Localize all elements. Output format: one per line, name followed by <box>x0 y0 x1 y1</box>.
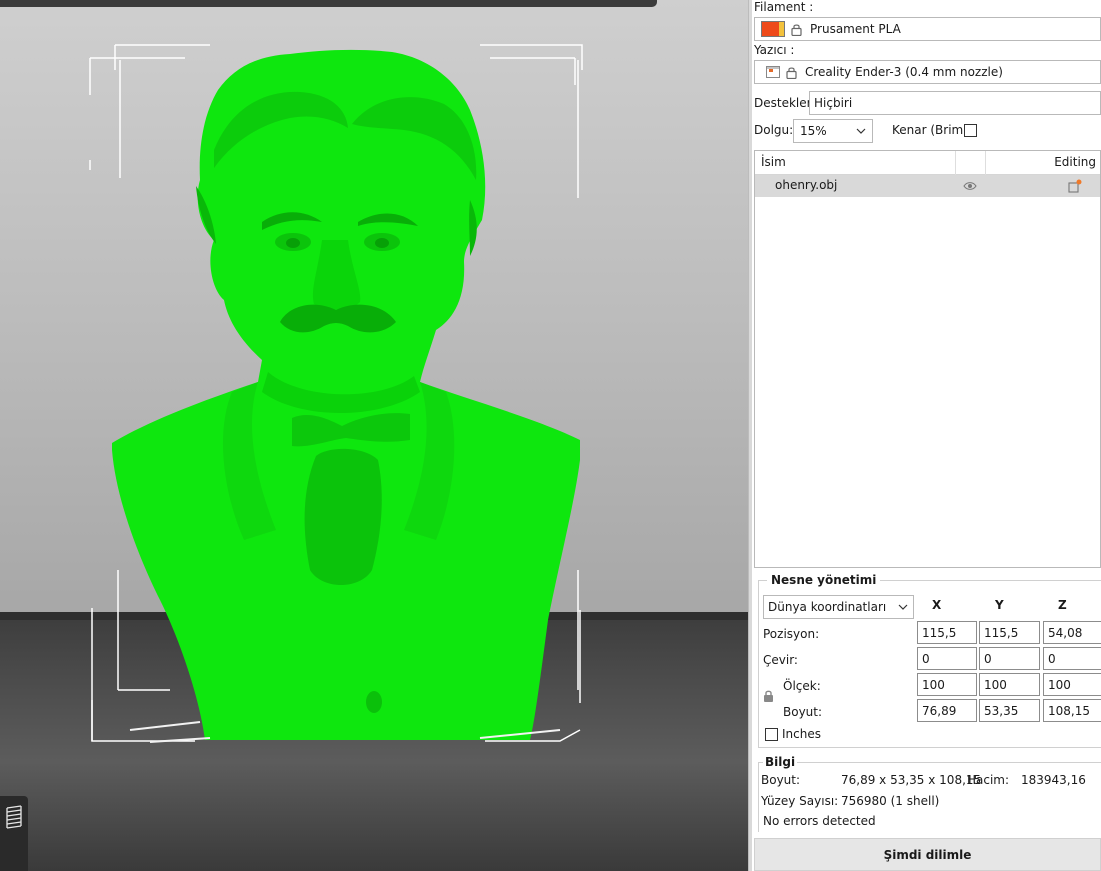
supports-value: Hiçbiri <box>814 96 853 110</box>
3d-viewport[interactable] <box>0 0 750 871</box>
scene-canvas <box>89 44 583 743</box>
printer-label: Yazıcı : <box>754 43 795 57</box>
filament-color-swatch <box>761 21 785 37</box>
filament-label: Filament : <box>754 0 814 14</box>
layer-view-button[interactable] <box>0 796 28 871</box>
rotation-label: Çevir: <box>763 653 798 667</box>
column-divider <box>955 151 956 175</box>
info-facets-value: 756980 (1 shell) <box>841 794 940 808</box>
lock-icon <box>786 66 797 79</box>
info-volume-label: Hacim: <box>967 773 1010 787</box>
list-item[interactable]: ohenry.obj <box>755 175 1100 197</box>
object-list-header: İsim Editing <box>755 151 1100 175</box>
position-label: Pozisyon: <box>763 627 820 641</box>
infill-combo[interactable]: 15% <box>793 119 873 143</box>
position-y-input[interactable]: 115,5 <box>979 621 1040 644</box>
column-name-header[interactable]: İsim <box>761 155 786 169</box>
axis-z-label: Z <box>1058 598 1067 612</box>
filament-combo[interactable]: Prusament PLA <box>754 17 1101 41</box>
object-name: ohenry.obj <box>775 178 838 192</box>
size-z-input[interactable]: 108,15 <box>1043 699 1101 722</box>
eye-icon[interactable] <box>963 181 977 191</box>
coordinate-system-combo[interactable]: Dünya koordinatları <box>763 595 914 619</box>
info-size-label: Boyut: <box>761 773 801 787</box>
filament-value: Prusament PLA <box>810 22 901 36</box>
lock-icon <box>791 23 802 36</box>
printer-value: Creality Ender-3 (0.4 mm nozzle) <box>805 65 1003 79</box>
chevron-down-icon <box>898 604 908 610</box>
scale-label: Ölçek: <box>783 679 821 693</box>
size-x-input[interactable]: 76,89 <box>917 699 977 722</box>
info-volume-value: 183943,16 <box>1021 773 1086 787</box>
info-facets-label: Yüzey Sayısı: <box>761 794 839 808</box>
position-z-input[interactable]: 54,08 <box>1043 621 1101 644</box>
printer-combo[interactable]: Creality Ender-3 (0.4 mm nozzle) <box>754 60 1101 84</box>
size-label: Boyut: <box>783 705 823 719</box>
size-y-input[interactable]: 53,35 <box>979 699 1040 722</box>
scale-x-input[interactable]: 100 <box>917 673 977 696</box>
info-size-value: 76,89 x 53,35 x 108,15 <box>841 773 982 787</box>
printer-icon <box>766 66 780 78</box>
position-x-input[interactable]: 115,5 <box>917 621 977 644</box>
inches-checkbox[interactable] <box>765 728 778 741</box>
rotation-y-input[interactable]: 0 <box>979 647 1040 670</box>
object-list[interactable]: İsim Editing ohenry.obj <box>754 150 1101 568</box>
supports-combo[interactable]: Hiçbiri <box>809 91 1101 115</box>
info-group: Bilgi Boyut: 76,89 x 53,35 x 108,15 Haci… <box>758 755 1101 832</box>
lock-icon[interactable] <box>763 689 774 703</box>
column-editing-header[interactable]: Editing <box>1054 155 1096 169</box>
object-manipulation-title: Nesne yönetimi <box>767 573 881 587</box>
axis-y-label: Y <box>995 598 1004 612</box>
column-divider <box>985 151 986 175</box>
edit-settings-icon[interactable] <box>1068 179 1082 193</box>
brim-checkbox[interactable] <box>964 124 977 137</box>
coordinate-system-value: Dünya koordinatları <box>768 600 887 614</box>
rotation-z-input[interactable]: 0 <box>1043 647 1101 670</box>
scale-y-input[interactable]: 100 <box>979 673 1040 696</box>
slice-now-button[interactable]: Şimdi dilimle <box>754 838 1101 871</box>
info-title: Bilgi <box>763 755 798 769</box>
bust-model <box>112 49 580 741</box>
infill-value: 15% <box>800 124 827 138</box>
supports-label: Destekler: <box>754 96 816 110</box>
brim-label: Kenar (Brim): <box>892 123 972 137</box>
axis-x-label: X <box>932 598 942 612</box>
rotation-x-input[interactable]: 0 <box>917 647 977 670</box>
sidebar-panel: Filament : Prusament PLA Yazıcı : Creali… <box>752 0 1101 871</box>
info-errors-text: No errors detected <box>763 814 876 828</box>
chevron-down-icon <box>856 128 866 134</box>
infill-label: Dolgu: <box>754 123 794 137</box>
scale-z-input[interactable]: 100 <box>1043 673 1101 696</box>
object-manipulation-group: Nesne yönetimi Dünya koordinatları X Y Z… <box>758 573 1101 748</box>
inches-label: Inches <box>782 727 821 741</box>
layers-icon <box>6 805 22 829</box>
